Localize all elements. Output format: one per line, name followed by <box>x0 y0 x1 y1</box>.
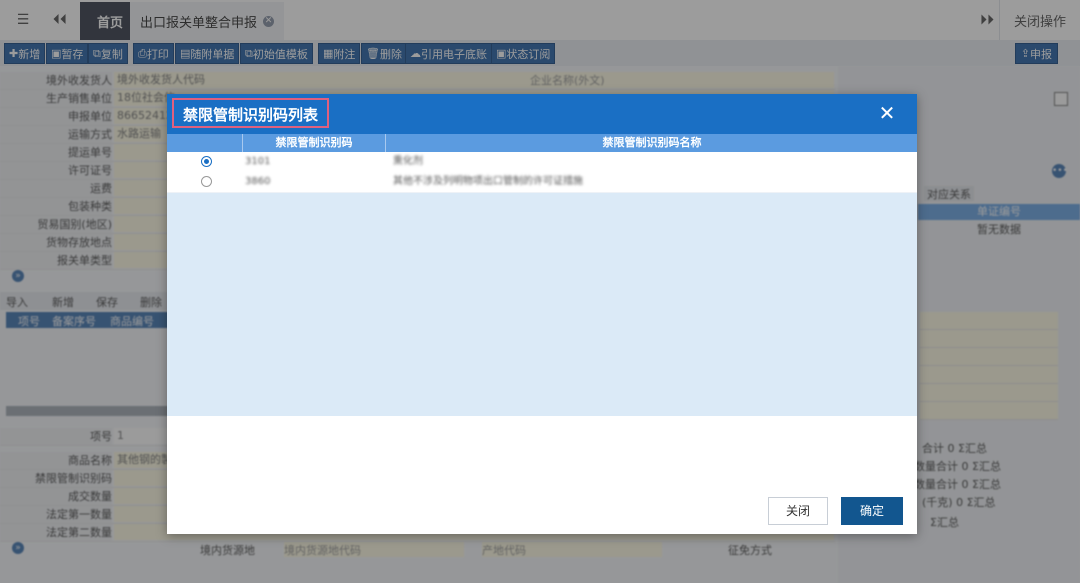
dialog-title: 禁限管制识别码列表 <box>172 98 330 128</box>
dialog-header: 禁限管制识别码列表 ✕ <box>167 94 917 134</box>
name-cell: 熏化剂 <box>393 156 423 167</box>
name-cell: 其他不涉及列明物项出口管制的许可证措施 <box>393 176 583 187</box>
code-cell: 3101 <box>245 156 271 167</box>
table-row[interactable]: 3860 其他不涉及列明物项出口管制的许可证措施 <box>167 172 917 193</box>
column-header-code: 禁限管制识别码 <box>242 134 385 152</box>
radio-button[interactable] <box>201 156 212 167</box>
table-row[interactable]: 3101 熏化剂 <box>167 152 917 173</box>
close-button[interactable]: 关闭 <box>768 497 828 525</box>
radio-button[interactable] <box>201 176 212 187</box>
code-table: 禁限管制识别码 禁限管制识别码名称 3101 熏化剂 3860 其他不涉及列明物… <box>167 134 917 416</box>
confirm-button[interactable]: 确定 <box>841 497 903 525</box>
restricted-code-dialog: 禁限管制识别码列表 ✕ 禁限管制识别码 禁限管制识别码名称 3101 熏化剂 3… <box>167 94 917 534</box>
table-header: 禁限管制识别码 禁限管制识别码名称 <box>167 134 917 152</box>
close-icon[interactable]: ✕ <box>877 103 897 123</box>
dialog-footer: 关闭 确定 <box>167 486 917 534</box>
code-cell: 3860 <box>245 176 271 187</box>
column-header-name: 禁限管制识别码名称 <box>385 134 918 152</box>
